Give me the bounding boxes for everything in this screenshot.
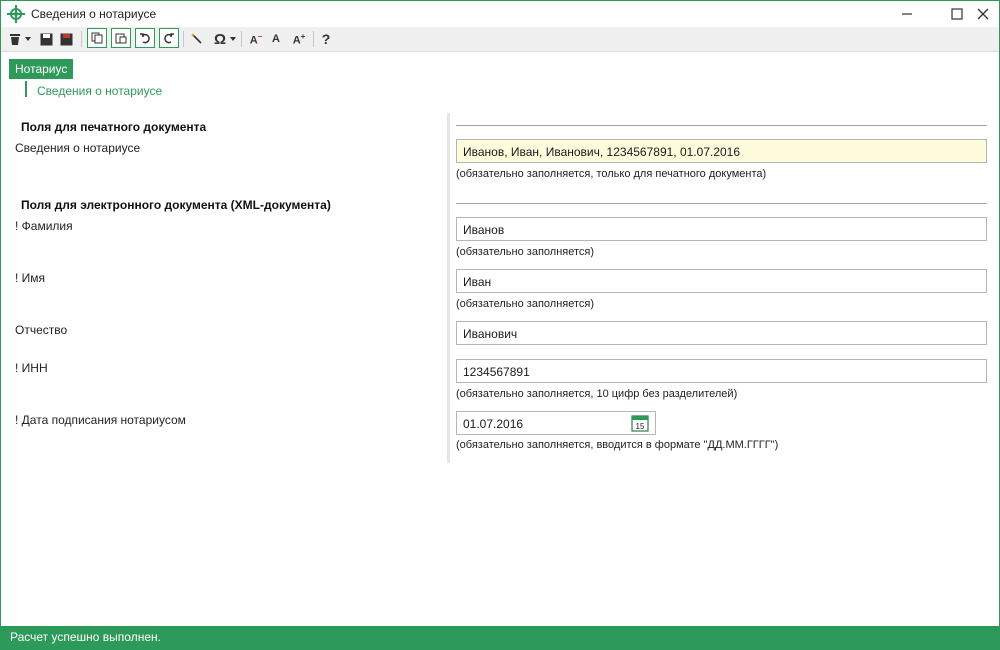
window-title: Сведения о нотариусе (31, 7, 157, 21)
maximize-icon (951, 8, 963, 20)
delete-icon (10, 34, 20, 45)
save-icon (40, 33, 52, 45)
xml-section-title: Поля для электронного документа (XML-док… (21, 198, 331, 212)
font-decrease-button[interactable]: A− (247, 29, 265, 49)
minimize-button[interactable] (891, 3, 923, 25)
toolbar-separator (183, 31, 184, 47)
paste-icon (115, 33, 127, 44)
status-bar: Расчет успешно выполнен. (1, 626, 999, 649)
help-button[interactable]: ? (319, 29, 333, 49)
signing-date-value: 01.07.2016 (463, 417, 524, 431)
omega-icon: Ω (213, 30, 227, 48)
notary-info-label: Сведения о нотариусе (15, 141, 141, 155)
font-normal-button[interactable]: A (269, 29, 283, 49)
surname-field[interactable]: Иванов (456, 217, 987, 241)
status-text: Расчет успешно выполнен. (10, 630, 161, 644)
symbol-dropdown-button[interactable] (229, 29, 237, 49)
tab-notary[interactable]: Нотариус (9, 59, 74, 79)
name-field[interactable]: Иван (456, 269, 987, 293)
save-all-button[interactable] (59, 29, 75, 49)
undo-icon (140, 33, 150, 44)
font-normal-icon: A (272, 33, 280, 45)
dropdown-icon (230, 37, 236, 41)
surname-hint: (обязательно заполняется) (456, 246, 595, 258)
redo-button[interactable] (159, 28, 179, 48)
panel-divider (447, 113, 450, 463)
signing-date-hint: (обязательно заполняется, вводится в фор… (456, 439, 779, 451)
inn-hint: (обязательно заполняется, 10 цифр без ра… (456, 388, 738, 400)
save-all-icon (60, 33, 73, 45)
copy-icon (91, 32, 103, 44)
delete-dropdown-button[interactable] (24, 29, 32, 49)
inn-label: ! ИНН (15, 361, 48, 375)
name-hint: (обязательно заполняется) (456, 298, 595, 310)
wand-button[interactable] (189, 29, 205, 49)
print-section-title: Поля для печатного документа (21, 120, 207, 134)
name-label: ! Имя (15, 271, 46, 285)
main-window: Сведения о нотариусе Ω A− A A+ ? Нотариу… (0, 0, 1000, 650)
copy-button[interactable] (87, 28, 107, 48)
toolbar-separator (241, 31, 242, 47)
signing-date-field[interactable]: 01.07.2016 15 (456, 411, 656, 435)
close-button[interactable] (967, 3, 999, 25)
nav-tree-line (25, 81, 27, 97)
save-button[interactable] (38, 29, 54, 49)
delete-button[interactable] (7, 29, 23, 49)
app-logo-icon (7, 5, 25, 23)
font-increase-icon: A+ (292, 31, 306, 47)
nav-link-notary-info[interactable]: Сведения о нотариусе (37, 84, 162, 98)
calendar-day: 15 (636, 422, 645, 431)
signing-date-label: ! Дата подписания нотариусом (15, 413, 186, 427)
toolbar-separator (81, 31, 82, 47)
help-icon: ? (321, 31, 331, 47)
title-bar: Сведения о нотариусе (1, 1, 999, 27)
calendar-icon[interactable]: 15 (631, 414, 649, 432)
notary-info-field[interactable]: Иванов, Иван, Иванович, 1234567891, 01.0… (456, 139, 987, 163)
toolbar-separator (313, 31, 314, 47)
dropdown-icon (25, 37, 31, 41)
paste-button[interactable] (111, 28, 131, 48)
minimize-icon (902, 13, 912, 15)
section-divider (456, 203, 987, 204)
surname-label: ! Фамилия (15, 219, 73, 233)
symbol-button[interactable]: Ω (212, 29, 228, 49)
redo-icon (164, 33, 174, 44)
wand-icon (191, 33, 202, 44)
close-icon (977, 8, 989, 20)
notary-info-hint: (обязательно заполняется, только для печ… (456, 168, 767, 180)
undo-button[interactable] (135, 28, 155, 48)
inn-field[interactable]: 1234567891 (456, 359, 987, 383)
font-increase-button[interactable]: A+ (290, 29, 308, 49)
patronymic-label: Отчество (15, 323, 68, 337)
section-divider (456, 125, 987, 126)
patronymic-field[interactable]: Иванович (456, 321, 987, 345)
toolbar: Ω A− A A+ ? (1, 27, 999, 52)
font-decrease-icon: A− (249, 31, 263, 47)
